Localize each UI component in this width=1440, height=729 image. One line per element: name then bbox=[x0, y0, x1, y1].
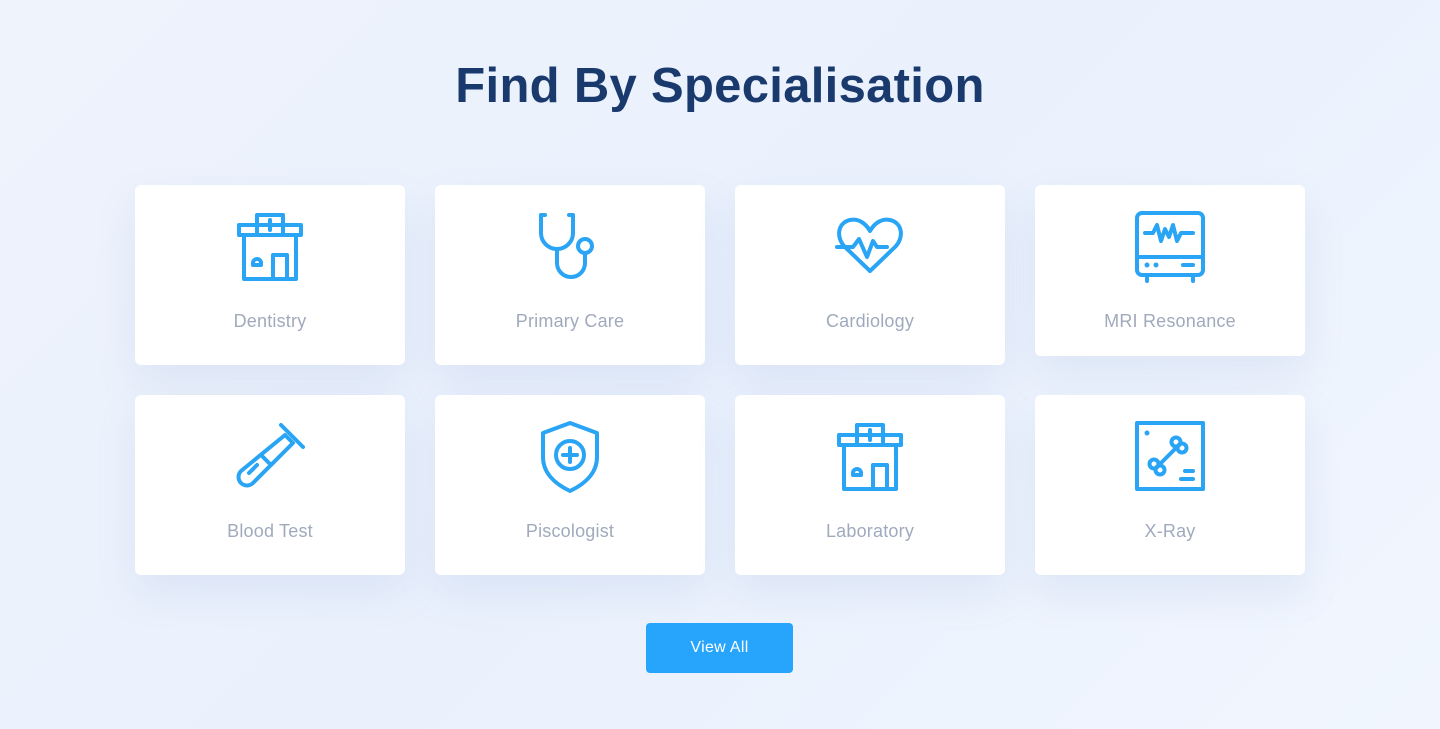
specialisation-card-mri-resonance[interactable]: MRI Resonance bbox=[1035, 185, 1305, 356]
monitor-icon bbox=[1135, 211, 1205, 283]
specialisation-label: MRI Resonance bbox=[1104, 311, 1236, 331]
specialisation-label: Dentistry bbox=[233, 311, 307, 331]
specialisation-card-blood-test[interactable]: Blood Test bbox=[135, 395, 405, 575]
view-all-button[interactable]: View All bbox=[646, 623, 793, 673]
specialisation-card-primary-care[interactable]: Primary Care bbox=[435, 185, 705, 365]
page-title: Find By Specialisation bbox=[455, 59, 985, 113]
specialisation-label: Cardiology bbox=[825, 311, 915, 331]
hospital-icon bbox=[235, 211, 305, 283]
specialisation-label: X-Ray bbox=[1144, 521, 1196, 541]
specialisation-card-x-ray[interactable]: X-Ray bbox=[1035, 395, 1305, 575]
specialisation-label: Blood Test bbox=[227, 521, 313, 541]
specialisation-label: Laboratory bbox=[825, 521, 915, 541]
xray-bone-icon bbox=[1135, 421, 1205, 493]
hospital-icon bbox=[835, 421, 905, 493]
specialisation-card-piscologist[interactable]: Piscologist bbox=[435, 395, 705, 575]
specialisation-card-laboratory[interactable]: Laboratory bbox=[735, 395, 1005, 575]
shield-plus-icon bbox=[535, 421, 605, 493]
specialisation-label: Primary Care bbox=[515, 311, 625, 331]
specialisation-card-cardiology[interactable]: Cardiology bbox=[735, 185, 1005, 365]
stethoscope-icon bbox=[535, 211, 605, 283]
specialisation-card-dentistry[interactable]: Dentistry bbox=[135, 185, 405, 365]
heartbeat-icon bbox=[835, 211, 905, 283]
specialisation-label: Piscologist bbox=[525, 521, 615, 541]
test-tube-icon bbox=[235, 421, 305, 493]
